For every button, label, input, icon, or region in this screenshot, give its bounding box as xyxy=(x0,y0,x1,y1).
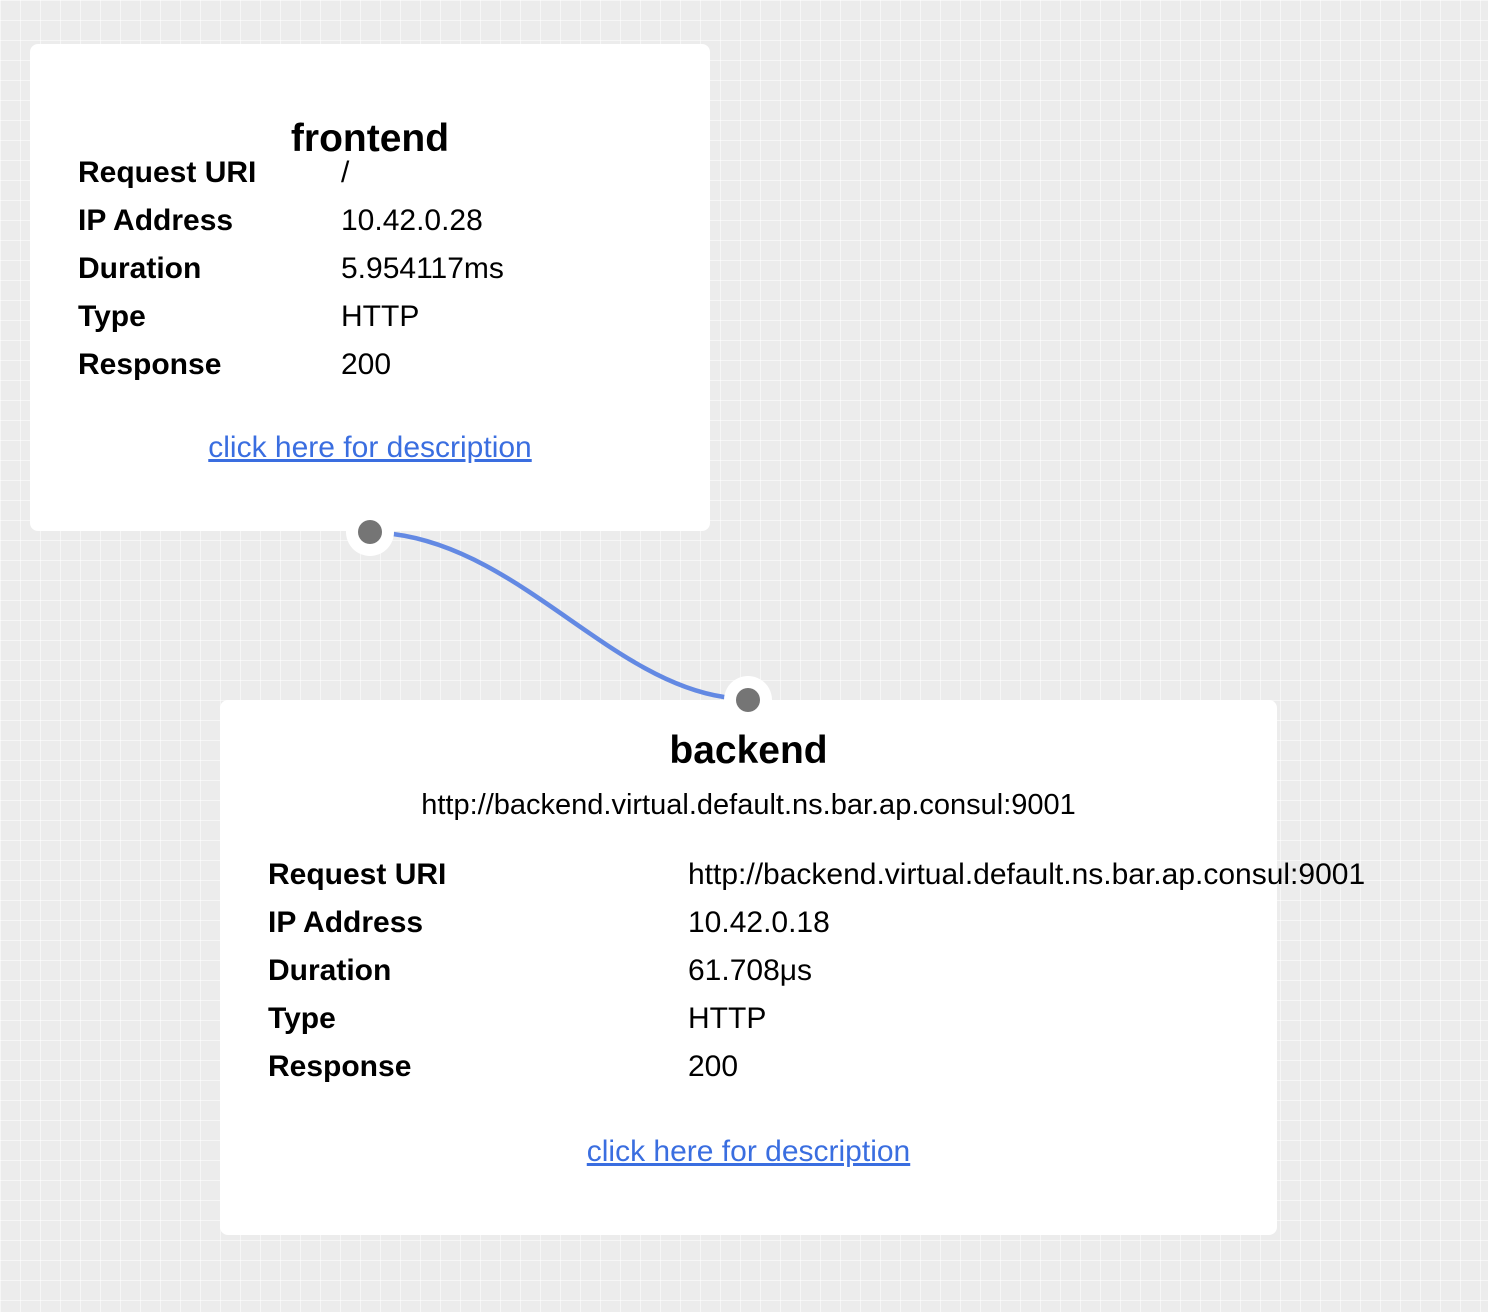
detail-value: HTTP xyxy=(341,300,420,333)
detail-key: Request URI xyxy=(268,858,447,891)
description-link[interactable]: click here for description xyxy=(30,430,710,466)
port-dot-icon xyxy=(736,688,760,712)
detail-value: 5.954117ms xyxy=(341,252,504,285)
detail-value: / xyxy=(341,156,350,189)
frontend-output-port[interactable] xyxy=(346,508,394,556)
detail-key: Duration xyxy=(268,954,392,987)
detail-value: 200 xyxy=(341,348,392,381)
node-backend[interactable]: backend http://backend.virtual.default.n… xyxy=(220,700,1365,1235)
backend-input-port[interactable] xyxy=(724,676,772,724)
detail-value: 61.708μs xyxy=(688,954,813,987)
trace-graph-canvas: frontend Request URI / IP Address 10.42.… xyxy=(0,0,1488,1312)
detail-value: 10.42.0.18 xyxy=(688,906,830,939)
detail-key: Response xyxy=(78,348,222,381)
node-frontend[interactable]: frontend Request URI / IP Address 10.42.… xyxy=(30,44,710,531)
port-dot-icon xyxy=(358,520,382,544)
detail-value: 200 xyxy=(688,1050,739,1083)
detail-value: HTTP xyxy=(688,1002,767,1035)
detail-key: Request URI xyxy=(78,156,257,189)
detail-key: IP Address xyxy=(78,204,234,237)
connection-edge xyxy=(390,531,727,700)
detail-value: 10.42.0.28 xyxy=(341,204,483,237)
detail-key: Type xyxy=(268,1002,336,1035)
description-link[interactable]: click here for description xyxy=(220,1134,1277,1170)
detail-value: http://backend.virtual.default.ns.bar.ap… xyxy=(688,858,1366,891)
node-subtitle: http://backend.virtual.default.ns.bar.ap… xyxy=(421,789,1076,821)
detail-key: IP Address xyxy=(268,906,424,939)
detail-key: Response xyxy=(268,1050,412,1083)
detail-key: Type xyxy=(78,300,146,333)
node-title: backend xyxy=(669,729,828,772)
detail-key: Duration xyxy=(78,252,202,285)
